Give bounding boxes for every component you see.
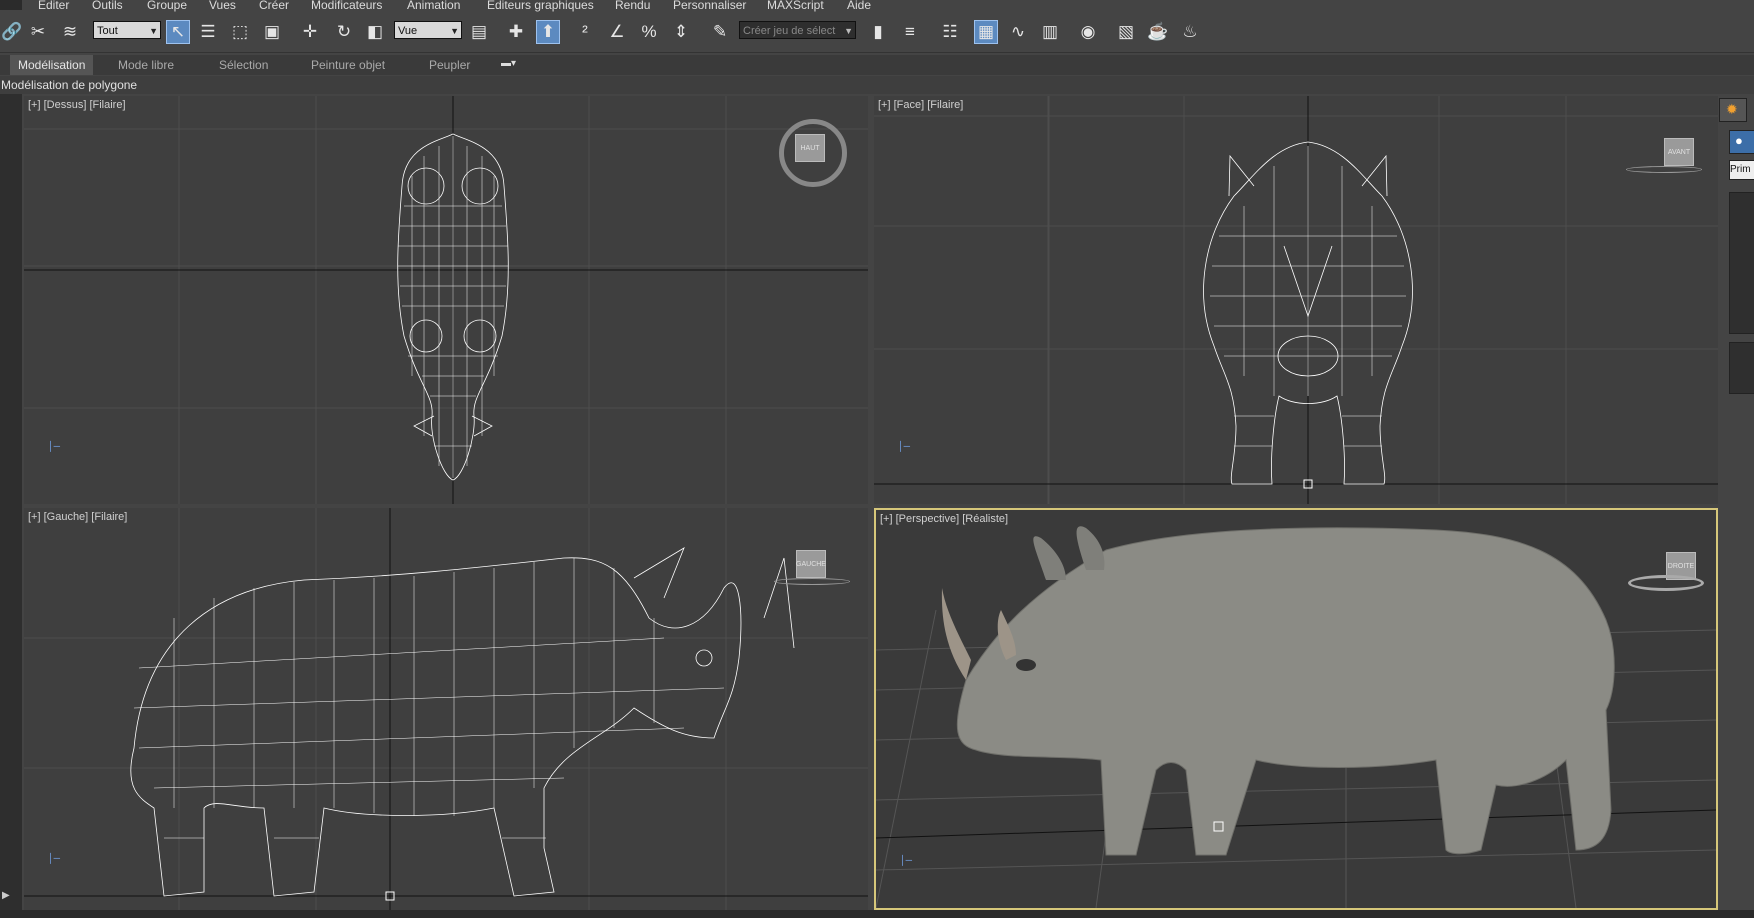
select-manipulate-icon[interactable]: ✚ — [504, 20, 528, 44]
geometry-button[interactable]: ● — [1729, 130, 1754, 154]
viewcube-ring[interactable] — [1628, 575, 1704, 591]
chevron-down-icon: ▼ — [844, 26, 853, 36]
menu-vues[interactable]: Vues — [209, 0, 236, 12]
menu-maxscript[interactable]: MAXScript — [767, 0, 824, 12]
viewcube[interactable]: HAUT — [795, 134, 825, 162]
keyboard-shortcut-override-icon[interactable]: ⬆ — [536, 20, 560, 44]
rectangular-selection-icon[interactable]: ⬚ — [228, 20, 252, 44]
rotate-icon[interactable]: ↻ — [332, 20, 356, 44]
sphere-icon: ● — [1735, 133, 1743, 148]
grid — [24, 96, 868, 504]
tab-selection[interactable]: Sélection — [219, 58, 268, 72]
rhino-wireframe-side-mesh — [133, 558, 725, 839]
chevron-down-icon: ▼ — [450, 26, 459, 36]
percent-snap-icon[interactable]: % — [637, 20, 661, 44]
viewport-label[interactable]: [+] [Gauche] [Filaire] — [28, 511, 127, 523]
menu-bar: Editer Outils Groupe Vues Créer Modifica… — [0, 0, 1754, 14]
render-frame-icon[interactable]: ☕ — [1146, 20, 1170, 44]
grid — [874, 96, 1718, 504]
named-selection-placeholder: Créer jeu de sélect — [743, 25, 836, 37]
menu-personnaliser[interactable]: Personnaliser — [673, 0, 746, 12]
tab-mode-libre[interactable]: Mode libre — [118, 58, 174, 72]
menu-aide[interactable]: Aide — [847, 0, 871, 12]
viewport-label[interactable]: [+] [Perspective] [Réaliste] — [880, 513, 1008, 525]
spinner-snap-icon[interactable]: ⇕ — [669, 20, 693, 44]
window-crossing-icon[interactable]: ▣ — [260, 20, 284, 44]
menu-animation[interactable]: Animation — [407, 0, 460, 12]
menu-creer[interactable]: Créer — [259, 0, 289, 12]
menu-stub — [0, 0, 22, 10]
reference-coordinate-dropdown[interactable]: Vue ▼ — [394, 21, 462, 39]
mirror-icon[interactable]: ▮ — [866, 20, 890, 44]
layer-manager-icon[interactable]: ☷ — [938, 20, 962, 44]
menu-editer[interactable]: Editer — [38, 0, 69, 12]
rollout-object-type[interactable] — [1729, 192, 1754, 334]
tab-peinture-objet[interactable]: Peinture objet — [311, 58, 385, 72]
create-tab-icon[interactable]: ✹ — [1719, 98, 1747, 122]
selection-filter-value: Tout — [97, 25, 118, 37]
render-setup-icon[interactable]: ▧ — [1114, 20, 1138, 44]
viewcube[interactable]: GAUCHE — [796, 550, 826, 578]
menu-modificateurs[interactable]: Modificateurs — [311, 0, 382, 12]
reference-coordinate-value: Vue — [398, 25, 418, 37]
axis-gizmo-icon: │─ — [48, 853, 61, 863]
ribbon-panel-label[interactable]: Modélisation de polygone — [1, 78, 137, 92]
selection-filter-dropdown[interactable]: Tout ▼ — [93, 21, 161, 39]
main-toolbar: 🔗 ✂ ≋ Tout ▼ ↖ ☰ ⬚ ▣ ✛ ↻ ◧ Vue ▼ ▤ ✚ ⬆ ² ∠… — [0, 14, 1754, 53]
grid — [24, 508, 868, 910]
named-selection-dropdown[interactable]: Créer jeu de sélect ▼ — [739, 21, 856, 39]
schematic-view-icon[interactable]: ▥ — [1038, 20, 1062, 44]
angle-snap-icon[interactable]: ∠ — [605, 20, 629, 44]
menu-groupe[interactable]: Groupe — [147, 0, 187, 12]
snaps-toggle-icon[interactable]: ² — [573, 20, 597, 44]
ribbon-toggle-icon[interactable]: ▦ — [974, 20, 998, 44]
viewcube-ring[interactable] — [1626, 166, 1702, 173]
align-icon[interactable]: ≡ — [898, 20, 922, 44]
viewport-left[interactable]: [+] [Gauche] [Filaire] GAUCHE │─ — [24, 508, 868, 910]
scale-icon[interactable]: ◧ — [363, 20, 387, 44]
viewport-label[interactable]: [+] [Face] [Filaire] — [878, 99, 963, 111]
expand-arrow-icon[interactable]: ▶ — [2, 890, 10, 901]
tab-modelisation[interactable]: Modélisation — [10, 55, 94, 75]
menu-editeurs-graphiques[interactable]: Editeurs graphiques — [487, 0, 594, 12]
axis-gizmo-icon: │─ — [898, 441, 911, 451]
tab-peupler[interactable]: Peupler — [429, 58, 470, 72]
status-bar — [0, 910, 1754, 918]
viewport-top[interactable]: [+] [Dessus] [Filaire] HAUT │─ — [24, 96, 868, 504]
primitive-dropdown[interactable]: Prim — [1729, 160, 1754, 180]
ribbon-tabs: Modélisation Mode libre Sélection Peintu… — [0, 55, 1754, 75]
bind-space-warp-icon[interactable]: ≋ — [58, 20, 82, 44]
viewport-front[interactable]: [+] [Face] [Filaire] AVANT │─ — [874, 96, 1718, 504]
select-by-name-icon[interactable]: ☰ — [196, 20, 220, 44]
chevron-down-icon: ▼ — [149, 26, 158, 36]
sun-icon: ✹ — [1726, 101, 1738, 117]
viewcube[interactable]: AVANT — [1664, 138, 1694, 166]
ribbon-options-icon[interactable]: ▬▾ — [501, 58, 516, 69]
select-object-icon[interactable]: ↖ — [166, 20, 190, 44]
axis-gizmo-icon: │─ — [48, 441, 61, 451]
viewport-perspective[interactable]: [+] [Perspective] [Réaliste] DROITE │─ — [874, 508, 1718, 910]
left-strip: ▶ — [0, 94, 22, 918]
menu-outils[interactable]: Outils — [92, 0, 123, 12]
curve-editor-icon[interactable]: ∿ — [1006, 20, 1030, 44]
primitive-dropdown-text: Prim — [1730, 164, 1751, 175]
grid — [876, 526, 1716, 908]
menu-rendu[interactable]: Rendu — [615, 0, 650, 12]
ribbon-panel: Modélisation de polygone — [0, 76, 1754, 94]
rhino-wireframe-side — [130, 547, 795, 897]
rhino-shaded-model — [941, 526, 1615, 856]
render-production-icon[interactable]: ♨ — [1178, 20, 1202, 44]
link-icon[interactable]: 🔗 — [0, 20, 24, 44]
viewport-label[interactable]: [+] [Dessus] [Filaire] — [28, 99, 126, 111]
material-editor-icon[interactable]: ◉ — [1076, 20, 1100, 44]
unlink-icon[interactable]: ✂ — [26, 20, 50, 44]
pivot-center-icon[interactable]: ▤ — [467, 20, 491, 44]
rollout-name-color[interactable] — [1729, 342, 1754, 394]
edit-named-selection-icon[interactable]: ✎ — [708, 20, 732, 44]
viewcube-ring[interactable] — [774, 578, 850, 585]
axis-gizmo-icon: │─ — [900, 855, 913, 865]
move-icon[interactable]: ✛ — [298, 20, 322, 44]
command-panel: ✹ ● Prim — [1719, 96, 1754, 918]
